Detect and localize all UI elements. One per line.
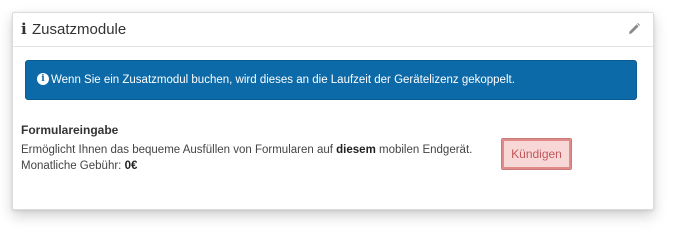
desc-text-bold: diesem [336, 144, 376, 156]
module-description: Ermöglicht Ihnen das bequeme Ausfüllen v… [21, 143, 472, 158]
panel-title: Zusatzmodule [32, 21, 127, 38]
info-alert: i Wenn Sie ein Zusatzmodul buchen, wird … [25, 60, 637, 100]
info-icon: i [21, 20, 27, 38]
fee-value: 0€ [124, 160, 138, 172]
monthly-fee: Monatliche Gebühr: 0€ [21, 159, 137, 174]
cancel-button[interactable]: Kündigen [501, 138, 572, 170]
desc-text-before: Ermöglicht Ihnen das bequeme Ausfüllen v… [21, 144, 337, 156]
panel-header: i Zusatzmodule [13, 13, 653, 47]
alert-text: Wenn Sie ein Zusatzmodul buchen, wird di… [51, 74, 515, 86]
fee-label: Monatliche Gebühr: [21, 160, 125, 172]
module-title: Formulareingabe [21, 123, 119, 137]
zusatzmodule-panel: i Zusatzmodule i Wenn Sie ein Zusatzmodu… [12, 12, 654, 210]
desc-text-after: mobilen Endgerät. [375, 144, 473, 156]
pencil-icon[interactable] [627, 22, 641, 36]
info-circle-icon: i [37, 73, 49, 85]
